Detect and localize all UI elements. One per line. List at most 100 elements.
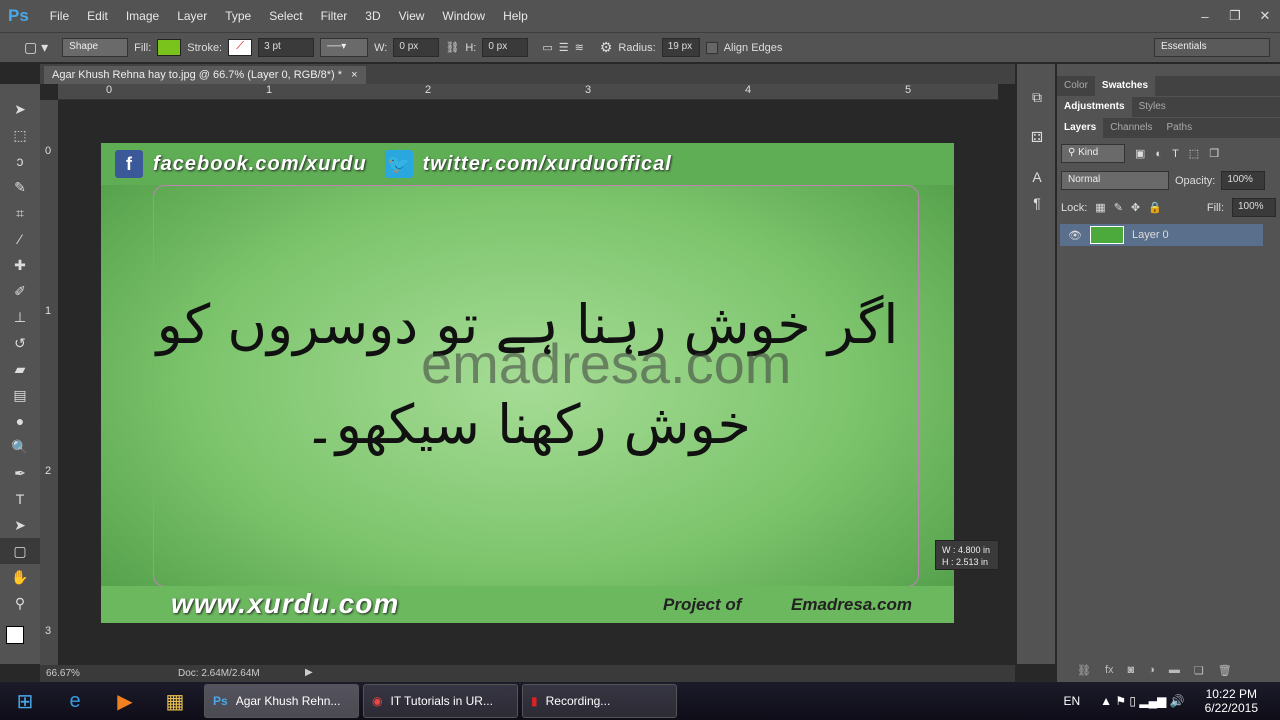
path-arrangement-icon[interactable]: ≋ (575, 41, 584, 54)
taskbar-chrome[interactable]: ◉ IT Tutorials in UR... (363, 684, 518, 718)
tab-color[interactable]: Color (1057, 76, 1095, 96)
tray-icons[interactable]: ▲ ⚑ ▯ ▂▄▆ 🔊 (1100, 694, 1184, 708)
paragraph-panel-icon[interactable]: ¶ (1017, 190, 1057, 216)
character-panel-icon[interactable]: A (1017, 164, 1057, 190)
status-menu-arrow-icon[interactable]: ▶ (305, 667, 313, 678)
internet-explorer-icon[interactable]: e (50, 690, 100, 713)
rounded-rect-tool-icon[interactable]: ▢ ▾ (24, 39, 48, 56)
document-image[interactable]: f facebook.com/xurdu 🐦 twitter.com/xurdu… (101, 143, 954, 623)
smart-object-filter-icon[interactable]: ❐ (1209, 147, 1219, 160)
eraser-tool-icon[interactable]: ▰ (0, 356, 40, 382)
delete-layer-icon[interactable]: 🗑 (1218, 664, 1232, 677)
blur-tool-icon[interactable]: ● (0, 408, 40, 434)
tab-swatches[interactable]: Swatches (1094, 76, 1156, 96)
gradient-tool-icon[interactable]: ▤ (0, 382, 40, 408)
tab-channels[interactable]: Channels (1103, 118, 1159, 138)
clone-stamp-tool-icon[interactable]: ⊥ (0, 304, 40, 330)
tab-adjustments[interactable]: Adjustments (1057, 97, 1132, 117)
quick-select-tool-icon[interactable]: ✎ (0, 174, 40, 200)
zoom-level[interactable]: 66.67% (46, 668, 80, 679)
opacity-input[interactable]: 100% (1221, 171, 1266, 190)
stroke-width-input[interactable]: 3 pt (258, 38, 315, 57)
link-icon[interactable]: ⛓ (445, 41, 459, 54)
shape-filter-icon[interactable]: ⬚ (1189, 147, 1199, 160)
media-player-icon[interactable]: ▶ (100, 689, 150, 714)
menu-3d[interactable]: 3D (356, 9, 389, 23)
menu-filter[interactable]: Filter (312, 9, 357, 23)
hand-tool-icon[interactable]: ✋ (0, 564, 40, 590)
brush-tool-icon[interactable]: ✐ (0, 278, 40, 304)
adjustment-layer-icon[interactable]: ◑ (1148, 664, 1155, 677)
visibility-eye-icon[interactable]: 👁 (1068, 229, 1082, 242)
crop-tool-icon[interactable]: ⌗ (0, 200, 40, 226)
taskbar-photoshop[interactable]: Ps Agar Khush Rehn... (204, 684, 359, 718)
width-input[interactable]: 0 px (393, 38, 440, 57)
file-explorer-icon[interactable]: ▦ (150, 689, 200, 714)
tab-styles[interactable]: Styles (1132, 97, 1173, 117)
start-button-icon[interactable]: ⊞ (0, 689, 50, 714)
menu-image[interactable]: Image (117, 9, 168, 23)
properties-panel-icon[interactable]: ⚃ (1017, 124, 1057, 150)
tab-paths[interactable]: Paths (1160, 118, 1200, 138)
filter-kind-select[interactable]: ⚲ Kind (1061, 144, 1125, 163)
layer-row[interactable]: 👁 Layer 0 (1060, 224, 1263, 246)
fx-icon[interactable]: fx (1105, 664, 1114, 677)
close-button[interactable]: ✕ (1250, 8, 1280, 24)
type-filter-icon[interactable]: T (1172, 148, 1179, 160)
menu-window[interactable]: Window (433, 9, 494, 23)
dodge-tool-icon[interactable]: 🔍 (0, 434, 40, 460)
taskbar-recorder[interactable]: ▮ Recording... (522, 684, 677, 718)
add-mask-icon[interactable]: ◙ (1128, 664, 1135, 677)
menu-select[interactable]: Select (260, 9, 311, 23)
align-edges-checkbox[interactable] (705, 41, 718, 54)
menu-view[interactable]: View (390, 9, 434, 23)
type-tool-icon[interactable]: T (0, 486, 40, 512)
history-brush-tool-icon[interactable]: ↺ (0, 330, 40, 356)
language-indicator[interactable]: EN (1063, 694, 1080, 708)
menu-type[interactable]: Type (216, 9, 260, 23)
foreground-color-swatch[interactable] (6, 626, 24, 644)
menu-layer[interactable]: Layer (168, 9, 216, 23)
pixel-filter-icon[interactable]: ▣ (1135, 147, 1145, 160)
clock-time: 10:22 PM (1205, 687, 1257, 701)
shape-mode-select[interactable]: Shape (62, 38, 129, 57)
path-select-tool-icon[interactable]: ➤ (0, 512, 40, 538)
new-group-icon[interactable]: ▬ (1169, 664, 1180, 677)
menu-file[interactable]: File (41, 9, 78, 23)
healing-brush-tool-icon[interactable]: ✚ (0, 252, 40, 278)
path-operations-icon[interactable]: ▭ (542, 41, 552, 54)
menu-edit[interactable]: Edit (78, 9, 117, 23)
eyedropper-tool-icon[interactable]: ⁄ (0, 226, 40, 252)
adjustment-filter-icon[interactable]: ◐ (1155, 148, 1162, 160)
workspace-select[interactable]: Essentials (1154, 38, 1270, 57)
history-panel-icon[interactable]: ⧉ (1017, 84, 1057, 110)
lock-all-icon[interactable]: 🔒 (1148, 201, 1162, 214)
stroke-swatch[interactable]: ⟋ (228, 39, 253, 56)
fill-input[interactable]: 100% (1232, 198, 1276, 217)
maximize-button[interactable]: ❐ (1220, 8, 1250, 24)
path-alignment-icon[interactable]: ☰ (559, 41, 569, 54)
document-tab[interactable]: Agar Khush Rehna hay to.jpg @ 66.7% (Lay… (44, 66, 366, 84)
blend-mode-select[interactable]: Normal (1061, 171, 1169, 190)
clock[interactable]: 10:22 PM 6/22/2015 (1205, 687, 1258, 715)
zoom-tool-icon[interactable]: ⚲ (0, 590, 40, 616)
marquee-tool-icon[interactable]: ⬚ (0, 122, 40, 148)
minimize-button[interactable]: – (1190, 9, 1220, 24)
radius-input[interactable]: 19 px (661, 38, 700, 57)
tab-layers[interactable]: Layers (1057, 118, 1104, 138)
gear-icon[interactable]: ⚙ (600, 39, 613, 56)
height-input[interactable]: 0 px (482, 38, 529, 57)
menu-help[interactable]: Help (494, 9, 537, 23)
lasso-tool-icon[interactable]: ↄ (0, 148, 40, 174)
move-tool-icon[interactable]: ➤ (0, 96, 40, 122)
lock-transparent-icon[interactable]: ▦ (1095, 201, 1105, 214)
close-tab-icon[interactable]: × (351, 69, 357, 81)
link-layers-icon[interactable]: ⛓ (1077, 664, 1091, 677)
stroke-type-select[interactable]: ──▾ (320, 38, 369, 57)
lock-position-icon[interactable]: ✥ (1131, 201, 1140, 214)
shape-tool-icon[interactable]: ▢ (0, 538, 40, 564)
new-layer-icon[interactable]: ❏ (1194, 664, 1204, 677)
fill-swatch[interactable] (157, 39, 182, 56)
pen-tool-icon[interactable]: ✒ (0, 460, 40, 486)
lock-pixels-icon[interactable]: ✎ (1114, 201, 1123, 214)
